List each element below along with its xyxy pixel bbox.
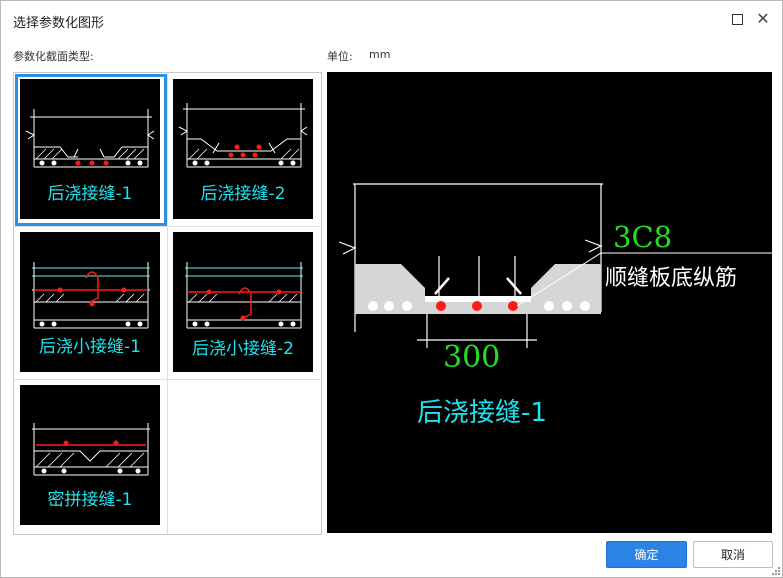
dialog-title: 选择参数化图形 [13, 16, 105, 31]
ok-button[interactable]: 确定 [606, 541, 687, 568]
thumbnail-caption: 后浇接缝-1 [47, 184, 133, 204]
width-dimension-label: 300 [443, 340, 501, 375]
thumbnail-post-cast-small-joint-1[interactable]: 后浇小接缝-1 [15, 227, 167, 379]
thumbnail-drawing: 后浇小接缝-1 [20, 232, 160, 372]
thumbnail-caption: 后浇接缝-2 [200, 184, 286, 204]
close-icon: ✕ [756, 9, 770, 28]
title-bar[interactable]: 选择参数化图形 ✕ [1, 1, 782, 39]
thumbnail-drawing: 后浇小接缝-2 [173, 232, 313, 372]
thumbnail-caption: 密拼接缝-1 [47, 490, 133, 510]
section-gallery[interactable]: 后浇接缝-1 后浇接缝-2 后浇小接缝-1 后浇小接缝-2 密拼接缝-1 [13, 72, 322, 535]
thumbnail-caption: 后浇小接缝-2 [192, 339, 294, 359]
thumbnail-post-cast-joint-1[interactable]: 后浇接缝-1 [15, 74, 167, 226]
thumbnail-close-joint-1[interactable]: 密拼接缝-1 [15, 380, 167, 532]
unit-label: 单位: [327, 50, 353, 63]
close-button[interactable]: ✕ [753, 9, 773, 29]
thumbnail-drawing: 密拼接缝-1 [20, 385, 160, 525]
resize-grip-icon[interactable] [772, 567, 780, 575]
section-preview: 3C8 顺缝板底纵筋 300 后浇接缝-1 [327, 72, 772, 533]
rebar-desc-label: 顺缝板底纵筋 [605, 266, 738, 291]
thumbnail-post-cast-small-joint-2[interactable]: 后浇小接缝-2 [168, 227, 320, 379]
thumbnail-caption: 后浇小接缝-1 [39, 337, 141, 357]
maximize-icon [731, 13, 743, 25]
section-type-label: 参数化截面类型: [13, 50, 94, 63]
dialog-window: 选择参数化图形 ✕ 参数化截面类型: 单位: mm 后浇接缝-1 后浇接缝-2 … [0, 0, 783, 578]
maximize-button[interactable] [727, 9, 747, 29]
rebar-spec-label: 3C8 [613, 220, 673, 254]
thumbnail-drawing: 后浇接缝-2 [173, 79, 313, 219]
preview-caption: 后浇接缝-1 [417, 398, 547, 428]
thumbnail-post-cast-joint-2[interactable]: 后浇接缝-2 [168, 74, 320, 226]
cancel-button[interactable]: 取消 [693, 541, 773, 568]
thumbnail-drawing: 后浇接缝-1 [20, 79, 160, 219]
preview-drawing [338, 183, 772, 348]
unit-value: mm [369, 48, 391, 61]
